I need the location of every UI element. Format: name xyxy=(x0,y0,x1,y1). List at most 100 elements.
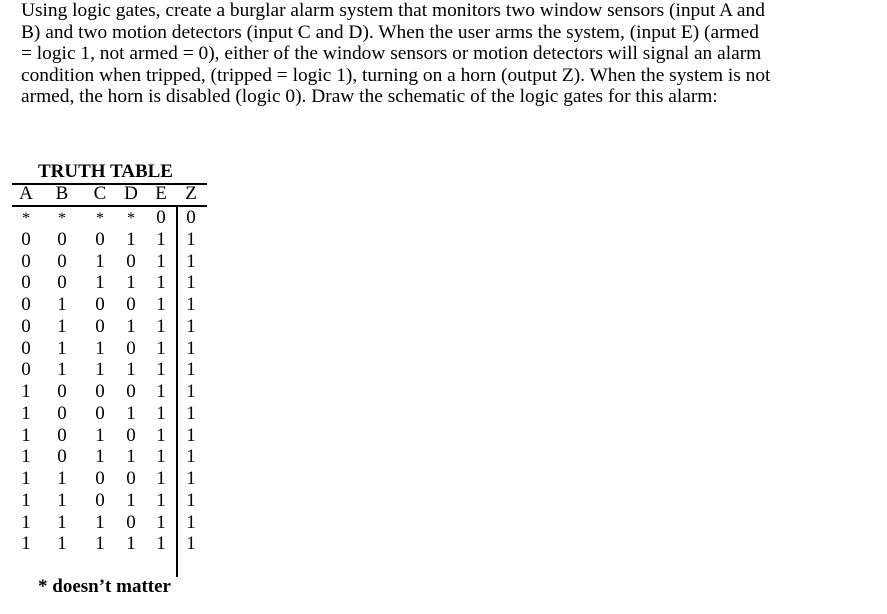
column-header-a: A xyxy=(19,183,33,204)
problem-line: B) and two motion detectors (input C and… xyxy=(21,21,759,43)
table-cell-z: 1 xyxy=(186,511,196,533)
table-cell-z: 1 xyxy=(186,424,196,446)
table-cell-d: 0 xyxy=(126,511,136,533)
table-cell-c: 1 xyxy=(95,272,105,294)
table-cell-c: 1 xyxy=(95,337,105,359)
table-cell-d: 0 xyxy=(126,294,136,315)
table-cell-c: 1 xyxy=(95,446,105,468)
table-cell-b: 0 xyxy=(57,424,67,446)
table-cell-c: 1 xyxy=(95,359,105,381)
table-cell-d: 1 xyxy=(126,402,136,424)
table-cell-a: 1 xyxy=(21,381,31,402)
table-cell-a: 1 xyxy=(21,489,31,511)
table-cell-b: 1 xyxy=(57,337,67,359)
table-cell-b: 1 xyxy=(57,533,67,555)
table-cell-c: 0 xyxy=(95,315,105,337)
table-cell-z: 1 xyxy=(186,337,196,359)
table-cell-c: * xyxy=(96,210,104,227)
column-header-d: D xyxy=(124,183,138,204)
table-cell-e: 1 xyxy=(156,250,166,272)
table-cell-z: 1 xyxy=(186,446,196,468)
table-cell-a: * xyxy=(22,210,30,227)
table-cell-d: 1 xyxy=(126,228,136,250)
table-cell-c: 0 xyxy=(95,381,105,402)
table-cell-e: 1 xyxy=(156,533,166,555)
table-cell-d: 0 xyxy=(126,424,136,446)
table-cell-e: 1 xyxy=(156,402,166,424)
table-cell-z: 1 xyxy=(186,315,196,337)
table-cell-e: 1 xyxy=(156,272,166,294)
table-cell-c: 0 xyxy=(95,402,105,424)
table-cell-z: 1 xyxy=(186,228,196,250)
problem-line: Using logic gates, create a burglar alar… xyxy=(21,0,765,21)
table-cell-e: 1 xyxy=(156,359,166,381)
column-header-e: E xyxy=(155,183,167,204)
table-cell-b: 0 xyxy=(57,446,67,468)
table-cell-e: 1 xyxy=(156,381,166,402)
truth-table-title: TRUTH TABLE xyxy=(38,161,173,182)
table-cell-c: 1 xyxy=(95,250,105,272)
table-cell-b: 1 xyxy=(57,468,67,489)
table-cell-e: 1 xyxy=(156,315,166,337)
table-cell-a: 1 xyxy=(21,533,31,555)
table-cell-z: 1 xyxy=(186,381,196,402)
table-cell-z: 1 xyxy=(186,402,196,424)
table-cell-a: 1 xyxy=(21,446,31,468)
table-cell-z: 1 xyxy=(186,294,196,315)
table-cell-e: 1 xyxy=(156,446,166,468)
table-cell-d: 0 xyxy=(126,381,136,402)
table-cell-d: 1 xyxy=(126,359,136,381)
table-cell-e: 1 xyxy=(156,228,166,250)
table-cell-b: 0 xyxy=(57,228,67,250)
column-header-c: C xyxy=(93,183,107,204)
table-cell-d: 1 xyxy=(126,446,136,468)
table-cell-z: 0 xyxy=(186,207,196,228)
table-cell-e: 1 xyxy=(156,424,166,446)
table-cell-a: 1 xyxy=(21,402,31,424)
table-cell-d: 1 xyxy=(126,533,136,555)
table-cell-e: 0 xyxy=(156,207,166,228)
table-cell-z: 1 xyxy=(186,489,196,511)
problem-line: armed, the horn is disabled (logic 0). D… xyxy=(21,86,718,108)
table-cell-c: 0 xyxy=(95,228,105,250)
table-cell-z: 1 xyxy=(186,533,196,555)
table-cell-z: 1 xyxy=(186,359,196,381)
table-cell-d: 1 xyxy=(126,315,136,337)
table-cell-d: 0 xyxy=(126,337,136,359)
table-cell-c: 0 xyxy=(95,489,105,511)
problem-line: = logic 1, not armed = 0), either of the… xyxy=(21,43,762,65)
table-cell-a: 0 xyxy=(21,294,31,315)
table-cell-a: 1 xyxy=(21,511,31,533)
problem-statement: Using logic gates, create a burglar alar… xyxy=(21,0,881,108)
table-cell-b: 1 xyxy=(57,489,67,511)
column-header-z: Z xyxy=(185,183,197,204)
table-cell-e: 1 xyxy=(156,489,166,511)
table-cell-a: 0 xyxy=(21,359,31,381)
table-cell-b: 0 xyxy=(57,402,67,424)
table-cell-b: 0 xyxy=(57,250,67,272)
problem-line: condition when tripped, (tripped = logic… xyxy=(21,64,771,86)
table-cell-b: 1 xyxy=(57,511,67,533)
table-cell-e: 1 xyxy=(156,468,166,489)
table-cell-b: 1 xyxy=(57,315,67,337)
table-cell-a: 1 xyxy=(21,424,31,446)
table-cell-a: 0 xyxy=(21,337,31,359)
table-cell-e: 1 xyxy=(156,337,166,359)
table-cell-d: 0 xyxy=(126,468,136,489)
table-cell-b: * xyxy=(58,210,66,227)
table-cell-a: 0 xyxy=(21,315,31,337)
table-cell-c: 1 xyxy=(95,533,105,555)
table-cell-b: 0 xyxy=(57,272,67,294)
truth-table-footnote: * doesn’t matter xyxy=(38,576,171,597)
table-cell-a: 0 xyxy=(21,250,31,272)
table-cell-a: 0 xyxy=(21,228,31,250)
table-cell-b: 1 xyxy=(57,359,67,381)
table-cell-d: 0 xyxy=(126,250,136,272)
table-cell-c: 1 xyxy=(95,424,105,446)
table-cell-a: 0 xyxy=(21,272,31,294)
table-cell-e: 1 xyxy=(156,294,166,315)
table-cell-z: 1 xyxy=(186,468,196,489)
table-cell-a: 1 xyxy=(21,468,31,489)
table-cell-c: 0 xyxy=(95,294,105,315)
table-cell-c: 1 xyxy=(95,511,105,533)
